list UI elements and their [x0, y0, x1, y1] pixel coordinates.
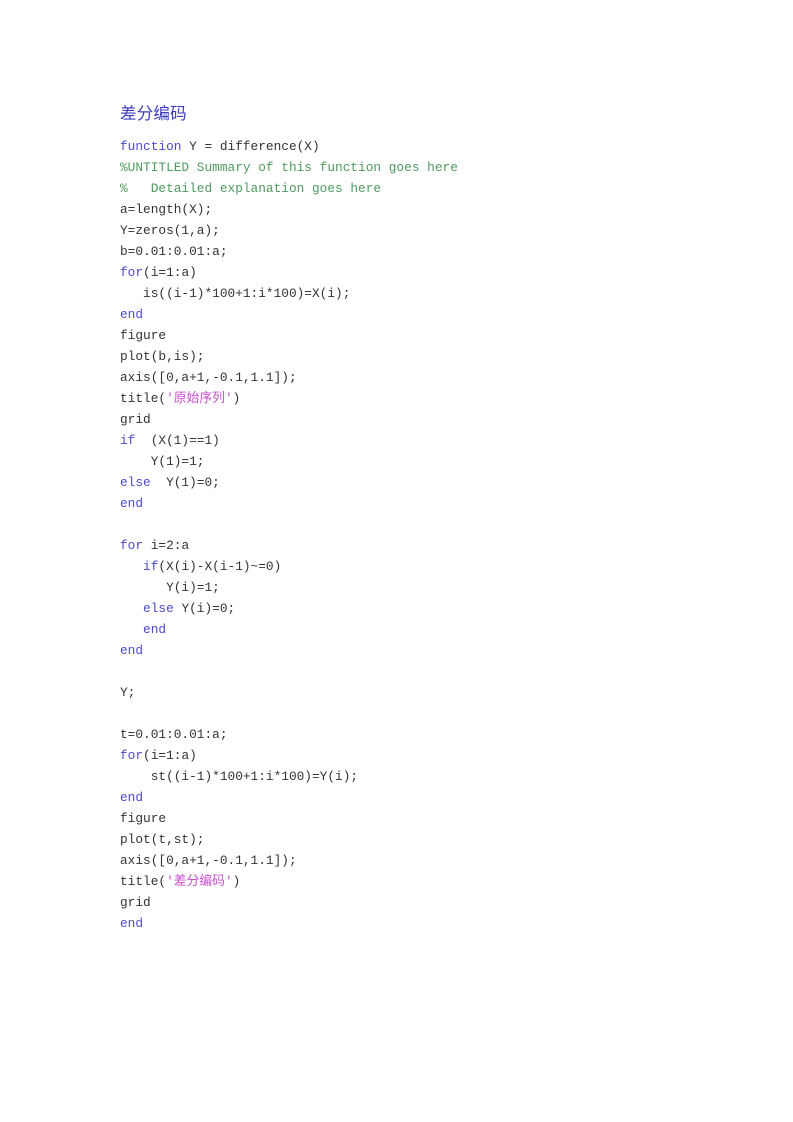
- code-line: function Y = difference(X): [120, 136, 720, 157]
- code-token-plain: Y = difference(X): [181, 139, 320, 154]
- code-token-plain: Y(1)=0;: [150, 475, 220, 490]
- code-line: end: [120, 619, 720, 640]
- code-line: Y(1)=1;: [120, 451, 720, 472]
- code-token-plain: title(: [120, 874, 167, 889]
- code-token-plain: b=0.01:0.01:a;: [120, 244, 228, 259]
- document-page: 差分编码 function Y = difference(X) %UNTITLED…: [0, 0, 793, 1122]
- code-token-plain: (X(i)-X(i-1)~=0): [158, 559, 282, 574]
- code-line: Y;: [120, 682, 720, 703]
- code-token-plain: ): [232, 391, 241, 406]
- code-token-plain: i=2:a: [143, 538, 190, 553]
- document-content: 差分编码 function Y = difference(X) %UNTITLED…: [120, 103, 720, 934]
- code-token-plain: Y(i)=0;: [173, 601, 236, 616]
- code-line: grid: [120, 409, 720, 430]
- code-line: else Y(i)=0;: [120, 598, 720, 619]
- code-token-plain: figure: [120, 811, 167, 826]
- code-token-plain: a=length(X);: [120, 202, 213, 217]
- code-token-plain: title(: [120, 391, 167, 406]
- code-line: end: [120, 913, 720, 934]
- code-token-keyword: function: [120, 139, 182, 154]
- code-line: a=length(X);: [120, 199, 720, 220]
- code-line: end: [120, 304, 720, 325]
- code-listing: function Y = difference(X) %UNTITLED Summ…: [120, 136, 720, 934]
- code-token-keyword: else: [143, 601, 174, 616]
- code-token-plain: plot(t,st);: [120, 832, 205, 847]
- code-token-keyword: end: [120, 643, 144, 658]
- code-line: axis([0,a+1,-0.1,1.1]);: [120, 367, 720, 388]
- code-token-string: '差分编码': [166, 874, 233, 889]
- code-line: t=0.01:0.01:a;: [120, 724, 720, 745]
- code-token-keyword: for: [120, 265, 144, 280]
- code-token-plain: (X(1)==1): [135, 433, 220, 448]
- code-token-keyword: else: [120, 475, 151, 490]
- code-token-plain: t=0.01:0.01:a;: [120, 727, 228, 742]
- code-token-keyword: if: [143, 559, 159, 574]
- code-line: st((i-1)*100+1:i*100)=Y(i);: [120, 766, 720, 787]
- code-line: Y=zeros(1,a);: [120, 220, 720, 241]
- code-token-plain: ): [232, 874, 241, 889]
- code-line: for i=2:a: [120, 535, 720, 556]
- code-token-keyword: if: [120, 433, 136, 448]
- code-token-keyword: end: [120, 307, 144, 322]
- code-token-plain: Y(i)=1;: [120, 580, 220, 595]
- code-line: if (X(1)==1): [120, 430, 720, 451]
- code-line: Y(i)=1;: [120, 577, 720, 598]
- code-token-keyword: end: [120, 496, 144, 511]
- code-token-plain: Y(1)=1;: [120, 454, 205, 469]
- code-token-plain: (i=1:a): [143, 265, 197, 280]
- code-token-plain: Y=zeros(1,a);: [120, 223, 220, 238]
- code-line: plot(t,st);: [120, 829, 720, 850]
- code-token-plain: axis([0,a+1,-0.1,1.1]);: [120, 370, 297, 385]
- code-token-plain: axis([0,a+1,-0.1,1.1]);: [120, 853, 297, 868]
- code-line: end: [120, 493, 720, 514]
- code-line: end: [120, 640, 720, 661]
- code-line: figure: [120, 808, 720, 829]
- code-line: is((i-1)*100+1:i*100)=X(i);: [120, 283, 720, 304]
- code-token-comment: %UNTITLED Summary of this function goes …: [120, 160, 458, 175]
- code-token-string: '原始序列': [166, 391, 233, 406]
- code-line: else Y(1)=0;: [120, 472, 720, 493]
- code-line: for(i=1:a): [120, 262, 720, 283]
- code-token-plain: Y;: [120, 685, 136, 700]
- code-token-keyword: end: [120, 916, 144, 931]
- code-token-plain: (i=1:a): [143, 748, 197, 763]
- code-line: end: [120, 787, 720, 808]
- code-token-plain: grid: [120, 412, 151, 427]
- code-line: % Detailed explanation goes here: [120, 178, 720, 199]
- code-token-keyword: end: [143, 622, 167, 637]
- code-line: title('原始序列'): [120, 388, 720, 409]
- code-line: figure: [120, 325, 720, 346]
- code-line: grid: [120, 892, 720, 913]
- code-token-plain: figure: [120, 328, 167, 343]
- code-line: for(i=1:a): [120, 745, 720, 766]
- code-token-plain: is((i-1)*100+1:i*100)=X(i);: [120, 286, 351, 301]
- code-token-plain: st((i-1)*100+1:i*100)=Y(i);: [120, 769, 359, 784]
- code-token-keyword: end: [120, 790, 144, 805]
- code-line: axis([0,a+1,-0.1,1.1]);: [120, 850, 720, 871]
- code-token-plain: plot(b,is);: [120, 349, 205, 364]
- code-line: if(X(i)-X(i-1)~=0): [120, 556, 720, 577]
- code-token-comment: % Detailed explanation goes here: [120, 181, 382, 196]
- code-line: b=0.01:0.01:a;: [120, 241, 720, 262]
- page-title: 差分编码: [120, 105, 187, 123]
- code-token-keyword: for: [120, 748, 144, 763]
- code-line: %UNTITLED Summary of this function goes …: [120, 157, 720, 178]
- code-token-keyword: for: [120, 538, 144, 553]
- code-line: plot(b,is);: [120, 346, 720, 367]
- code-line: title('差分编码'): [120, 871, 720, 892]
- code-token-plain: grid: [120, 895, 151, 910]
